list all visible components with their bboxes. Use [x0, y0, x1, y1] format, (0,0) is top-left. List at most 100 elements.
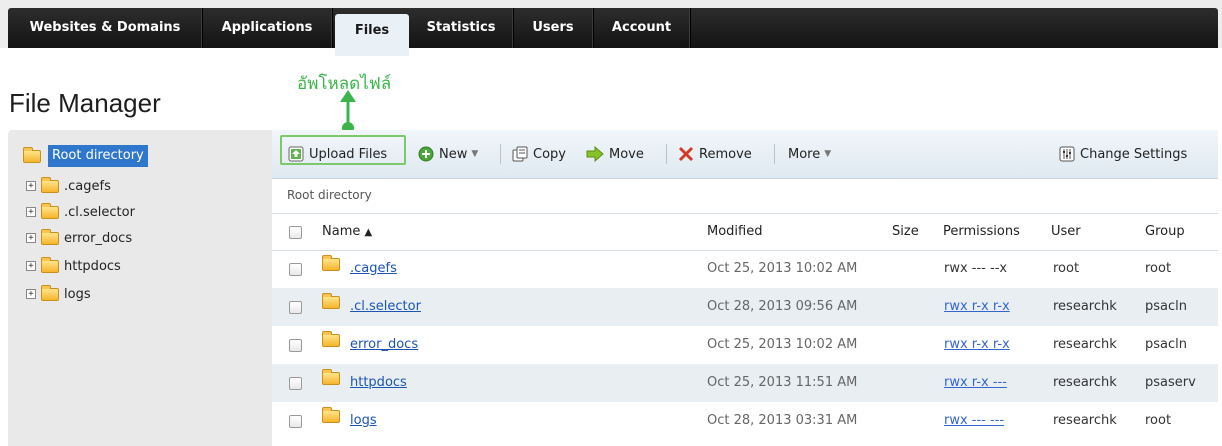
- permissions-cell[interactable]: rwx --- ---: [944, 402, 1004, 440]
- column-modified-header[interactable]: Modified: [707, 214, 762, 250]
- permissions-link[interactable]: rwx r-x r-x: [944, 299, 1010, 314]
- move-arrow-icon: [586, 146, 604, 162]
- tree-item-cl-selector[interactable]: + .cl.selector: [26, 201, 135, 223]
- file-name-link[interactable]: logs: [350, 402, 377, 440]
- sort-ascending-icon: ▲: [364, 227, 373, 238]
- tree-item-cagefs[interactable]: + .cagefs: [26, 175, 111, 197]
- top-nav: Websites & Domains Applications Files St…: [0, 0, 1222, 56]
- tree-item-label[interactable]: logs: [64, 287, 91, 302]
- group-cell: psacln: [1145, 337, 1187, 352]
- file-name-link[interactable]: httpdocs: [350, 364, 407, 402]
- tree-item-label[interactable]: .cl.selector: [64, 205, 135, 220]
- tree-item-label[interactable]: httpdocs: [64, 259, 121, 274]
- tree-root[interactable]: Root directory: [23, 145, 148, 167]
- more-button[interactable]: More ▼: [788, 144, 831, 164]
- tab-strip: Websites & Domains Applications Files St…: [8, 8, 1218, 56]
- group-cell: root: [1145, 413, 1172, 428]
- permissions-link[interactable]: rwx r-x r-x: [944, 337, 1010, 352]
- expand-icon[interactable]: +: [26, 207, 36, 217]
- file-name[interactable]: .cagefs: [350, 261, 397, 276]
- upload-files-button[interactable]: Upload Files: [288, 144, 387, 164]
- modified-cell: Oct 28, 2013 03:31 AM: [707, 413, 858, 428]
- modified-cell: Oct 25, 2013 10:02 AM: [707, 337, 858, 352]
- tree-root-label[interactable]: Root directory: [48, 145, 148, 167]
- column-user-header[interactable]: User: [1051, 214, 1081, 250]
- tab-websites-domains[interactable]: Websites & Domains: [8, 8, 203, 48]
- row-checkbox[interactable]: [289, 377, 302, 390]
- upload-icon: [288, 146, 304, 162]
- folder-icon: [41, 228, 59, 245]
- folder-icon: [322, 255, 340, 271]
- file-name-link[interactable]: .cl.selector: [350, 288, 421, 326]
- file-list-panel: Upload Files New ▼ Copy Move Remove More…: [272, 130, 1218, 446]
- copy-button[interactable]: Copy: [512, 144, 566, 164]
- permissions-link[interactable]: rwx --- ---: [944, 413, 1004, 428]
- file-name[interactable]: .cl.selector: [350, 299, 421, 314]
- folder-icon-cell: [322, 249, 345, 287]
- table-header: Name ▲ Modified Size Permissions User Gr…: [272, 213, 1218, 251]
- column-permissions-header[interactable]: Permissions: [943, 214, 1020, 250]
- file-name[interactable]: logs: [350, 413, 377, 428]
- table-row: logs Oct 28, 2013 03:31 AM rwx --- --- r…: [272, 402, 1218, 440]
- permissions-cell[interactable]: rwx r-x r-x: [944, 326, 1010, 364]
- row-checkbox[interactable]: [289, 415, 302, 428]
- breadcrumb[interactable]: Root directory: [287, 188, 372, 202]
- move-label: Move: [609, 146, 644, 162]
- group-cell: psaserv: [1145, 375, 1196, 390]
- upload-files-label: Upload Files: [309, 146, 388, 162]
- row-checkbox[interactable]: [289, 263, 302, 276]
- column-group-header[interactable]: Group: [1145, 214, 1185, 250]
- settings-sliders-icon: [1059, 146, 1075, 162]
- column-size-header[interactable]: Size: [892, 214, 919, 250]
- expand-icon[interactable]: +: [26, 181, 36, 191]
- tab-users[interactable]: Users: [513, 8, 594, 48]
- folder-icon-cell: [322, 401, 345, 439]
- select-all-checkbox[interactable]: [289, 226, 302, 239]
- tab-statistics[interactable]: Statistics: [409, 8, 514, 48]
- expand-icon[interactable]: +: [26, 233, 36, 243]
- folder-icon: [322, 369, 340, 385]
- permissions-link[interactable]: rwx r-x ---: [944, 375, 1007, 390]
- group-cell: root: [1145, 261, 1172, 276]
- toolbar-divider: [500, 144, 501, 164]
- file-name[interactable]: httpdocs: [350, 375, 407, 390]
- move-button[interactable]: Move: [586, 144, 644, 164]
- user-cell: root: [1053, 261, 1080, 276]
- copy-icon: [512, 146, 528, 162]
- table-row: error_docs Oct 25, 2013 10:02 AM rwx r-x…: [272, 326, 1218, 364]
- new-button[interactable]: New ▼: [418, 144, 478, 164]
- permissions-cell: rwx --- --x: [944, 261, 1008, 276]
- modified-cell: Oct 28, 2013 09:56 AM: [707, 299, 858, 314]
- tree-item-label[interactable]: error_docs: [64, 231, 132, 246]
- permissions-cell[interactable]: rwx r-x r-x: [944, 288, 1010, 326]
- tree-item-error-docs[interactable]: + error_docs: [26, 227, 132, 249]
- row-checkbox[interactable]: [289, 301, 302, 314]
- column-name-label: Name: [322, 224, 361, 239]
- row-checkbox[interactable]: [289, 339, 302, 352]
- permissions-cell[interactable]: rwx r-x ---: [944, 364, 1007, 402]
- folder-icon: [41, 176, 59, 193]
- tab-applications[interactable]: Applications: [202, 8, 333, 48]
- column-name-header[interactable]: Name ▲: [322, 214, 372, 250]
- tree-item-httpdocs[interactable]: + httpdocs: [26, 255, 121, 277]
- file-name[interactable]: error_docs: [350, 337, 418, 352]
- folder-icon: [322, 331, 340, 347]
- expand-icon[interactable]: +: [26, 261, 36, 271]
- chevron-down-icon: ▼: [471, 149, 479, 159]
- change-settings-button[interactable]: Change Settings: [1059, 144, 1187, 164]
- file-name-link[interactable]: error_docs: [350, 326, 418, 364]
- user-cell: researchk: [1053, 299, 1117, 314]
- file-name-link[interactable]: .cagefs: [350, 250, 397, 288]
- tab-files[interactable]: Files: [335, 14, 409, 56]
- toolbar-divider: [666, 144, 667, 164]
- table-row: .cl.selector Oct 28, 2013 09:56 AM rwx r…: [272, 288, 1218, 326]
- tab-account[interactable]: Account: [593, 8, 691, 48]
- change-settings-label: Change Settings: [1080, 146, 1188, 162]
- page-title: File Manager: [9, 88, 161, 118]
- modified-cell: Oct 25, 2013 10:02 AM: [707, 261, 858, 276]
- tree-item-logs[interactable]: + logs: [26, 283, 91, 305]
- user-cell: researchk: [1053, 413, 1117, 428]
- remove-button[interactable]: Remove: [678, 144, 752, 164]
- expand-icon[interactable]: +: [26, 289, 36, 299]
- tree-item-label[interactable]: .cagefs: [64, 179, 111, 194]
